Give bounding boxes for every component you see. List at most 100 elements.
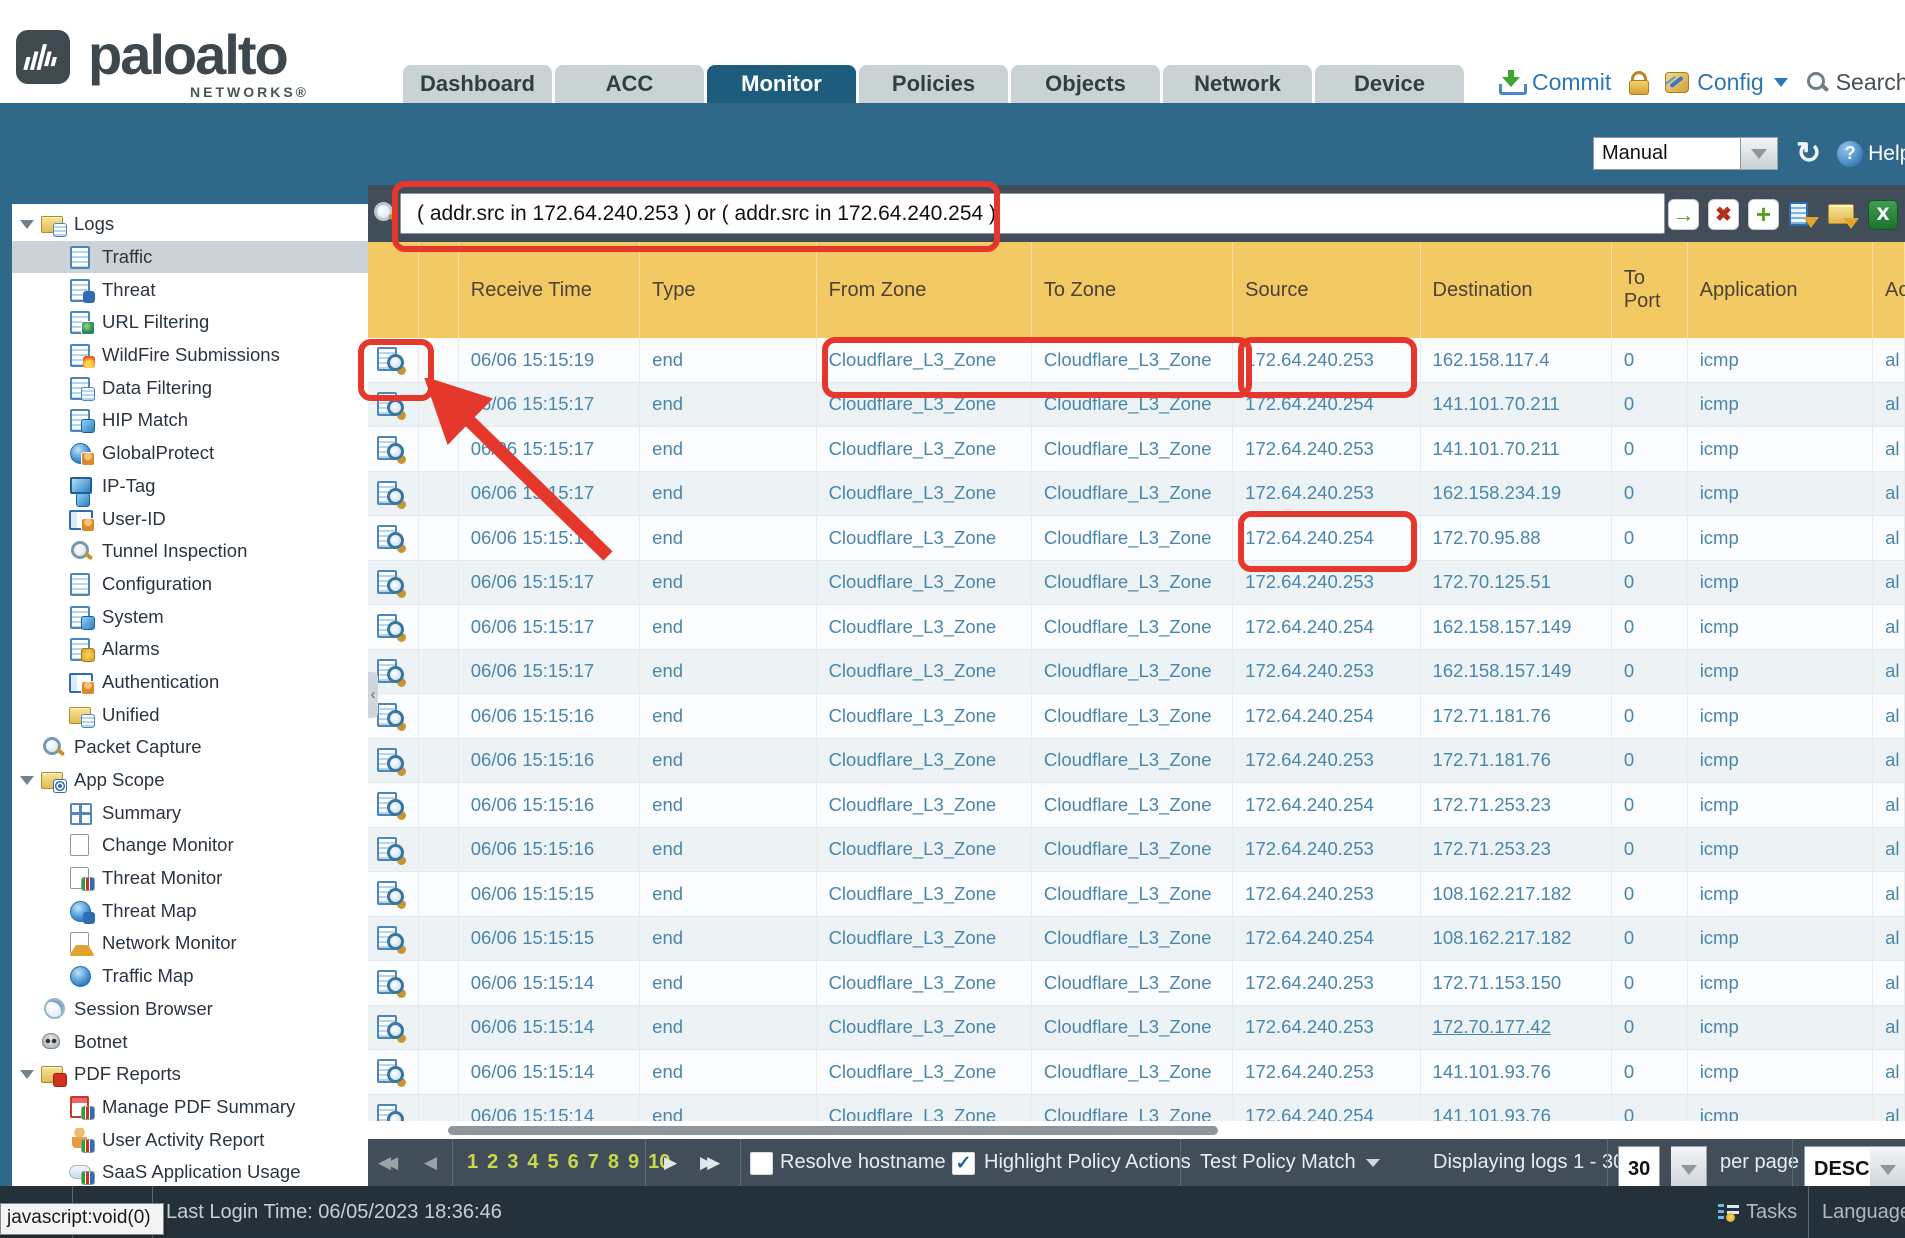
cell-type[interactable]: end <box>640 650 816 694</box>
cell-destination[interactable]: 172.71.253.23 <box>1421 828 1612 872</box>
tab-monitor[interactable]: Monitor <box>707 65 856 103</box>
sidebar-item-user-activity-report[interactable]: User Activity Report <box>12 1123 368 1156</box>
cell-type[interactable]: end <box>640 1006 816 1050</box>
log-detail-cell[interactable] <box>368 783 419 827</box>
cell-action[interactable]: al <box>1873 828 1905 872</box>
cell-action[interactable]: al <box>1873 1095 1905 1122</box>
cell-destination[interactable]: 141.101.70.211 <box>1421 427 1612 471</box>
cell-type[interactable]: end <box>640 338 816 382</box>
cell-source[interactable]: 172.64.240.254 <box>1233 694 1420 738</box>
cell-to-zone[interactable]: Cloudflare_L3_Zone <box>1032 338 1233 382</box>
cell-to-zone[interactable]: Cloudflare_L3_Zone <box>1032 472 1233 516</box>
cell-from-zone[interactable]: Cloudflare_L3_Zone <box>817 1006 1032 1050</box>
cell-action[interactable]: al <box>1873 383 1905 427</box>
page-2[interactable]: 2 <box>487 1151 498 1174</box>
cell-action[interactable]: al <box>1873 1050 1905 1094</box>
cell-from-zone[interactable]: Cloudflare_L3_Zone <box>817 872 1032 916</box>
cell-application[interactable]: icmp <box>1688 338 1873 382</box>
next-page-button[interactable]: ▶ <box>664 1139 670 1186</box>
help-label[interactable]: Help <box>1868 142 1905 166</box>
cell-to-zone[interactable]: Cloudflare_L3_Zone <box>1032 605 1233 649</box>
cell-destination[interactable]: 172.70.125.51 <box>1421 561 1612 605</box>
test-policy-match-button[interactable]: Test Policy Match <box>1200 1139 1380 1186</box>
cell-application[interactable]: icmp <box>1688 739 1873 783</box>
cell-receive-time[interactable]: 06/06 15:15:16 <box>459 783 640 827</box>
cell-type[interactable]: end <box>640 783 816 827</box>
cell-action[interactable]: al <box>1873 650 1905 694</box>
page-5[interactable]: 5 <box>548 1151 559 1174</box>
cell-type[interactable]: end <box>640 427 816 471</box>
cell-type[interactable]: end <box>640 561 816 605</box>
cell-receive-time[interactable]: 06/06 15:15:15 <box>459 917 640 961</box>
cell-type[interactable]: end <box>640 472 816 516</box>
cell-from-zone[interactable]: Cloudflare_L3_Zone <box>817 961 1032 1005</box>
log-detail-icon[interactable] <box>376 391 406 418</box>
cell-to-port[interactable]: 0 <box>1612 961 1688 1005</box>
cell-source[interactable]: 172.64.240.253 <box>1233 427 1420 471</box>
sidebar-item-threat-map[interactable]: Threat Map <box>12 894 368 927</box>
cell-application[interactable]: icmp <box>1688 917 1873 961</box>
cell-source[interactable]: 172.64.240.253 <box>1233 472 1420 516</box>
cell-source[interactable]: 172.64.240.254 <box>1233 516 1420 560</box>
sidebar-item-traffic-map[interactable]: Traffic Map <box>12 960 368 993</box>
log-detail-cell[interactable] <box>368 961 419 1005</box>
filter-query-input[interactable] <box>400 193 1665 234</box>
cell-destination[interactable]: 162.158.234.19 <box>1421 472 1612 516</box>
highlight-policy-checkbox[interactable] <box>952 1152 975 1175</box>
refresh-mode-caret-icon[interactable] <box>1741 137 1778 170</box>
config-link[interactable]: Config <box>1697 69 1763 96</box>
cell-receive-time[interactable]: 06/06 15:15:14 <box>459 961 640 1005</box>
cell-to-port[interactable]: 0 <box>1612 650 1688 694</box>
log-detail-icon[interactable] <box>376 435 406 462</box>
cell-application[interactable]: icmp <box>1688 561 1873 605</box>
cell-destination[interactable]: 172.71.181.76 <box>1421 694 1612 738</box>
cell-type[interactable]: end <box>640 1095 816 1122</box>
log-detail-cell[interactable] <box>368 1006 419 1050</box>
cell-to-zone[interactable]: Cloudflare_L3_Zone <box>1032 1006 1233 1050</box>
cell-to-port[interactable]: 0 <box>1612 1095 1688 1122</box>
log-detail-icon[interactable] <box>376 658 406 685</box>
page-6[interactable]: 6 <box>568 1151 579 1174</box>
cell-destination[interactable]: 172.70.95.88 <box>1421 516 1612 560</box>
cell-receive-time[interactable]: 06/06 15:15:16 <box>459 739 640 783</box>
cell-from-zone[interactable]: Cloudflare_L3_Zone <box>817 1095 1032 1122</box>
cell-action[interactable]: al <box>1873 472 1905 516</box>
cell-application[interactable]: icmp <box>1688 961 1873 1005</box>
cell-from-zone[interactable]: Cloudflare_L3_Zone <box>817 739 1032 783</box>
page-8[interactable]: 8 <box>608 1151 619 1174</box>
cell-destination[interactable]: 172.70.177.42 <box>1421 1006 1612 1050</box>
cell-receive-time[interactable]: 06/06 15:15:17 <box>459 472 640 516</box>
sidebar-item-app-scope[interactable]: App Scope <box>12 764 368 797</box>
sidebar-item-summary[interactable]: Summary <box>12 796 368 829</box>
cell-receive-time[interactable]: 06/06 15:15:17 <box>459 605 640 649</box>
cell-from-zone[interactable]: Cloudflare_L3_Zone <box>817 1050 1032 1094</box>
cell-from-zone[interactable]: Cloudflare_L3_Zone <box>817 650 1032 694</box>
column-header-source[interactable]: Source <box>1233 242 1420 338</box>
cell-from-zone[interactable]: Cloudflare_L3_Zone <box>817 828 1032 872</box>
cell-application[interactable]: icmp <box>1688 427 1873 471</box>
log-detail-icon[interactable] <box>376 880 406 907</box>
cell-to-port[interactable]: 0 <box>1612 427 1688 471</box>
cell-from-zone[interactable]: Cloudflare_L3_Zone <box>817 561 1032 605</box>
help-icon[interactable]: ? <box>1837 141 1863 167</box>
cell-to-zone[interactable]: Cloudflare_L3_Zone <box>1032 650 1233 694</box>
lock-icon[interactable] <box>1627 70 1649 94</box>
config-caret-icon[interactable] <box>1774 78 1788 87</box>
cell-receive-time[interactable]: 06/06 15:15:16 <box>459 828 640 872</box>
cell-to-zone[interactable]: Cloudflare_L3_Zone <box>1032 828 1233 872</box>
sidebar-item-url-filtering[interactable]: URL Filtering <box>12 306 368 339</box>
cell-type[interactable]: end <box>640 872 816 916</box>
cell-from-zone[interactable]: Cloudflare_L3_Zone <box>817 783 1032 827</box>
log-detail-icon[interactable] <box>376 1014 406 1041</box>
cell-source[interactable]: 172.64.240.253 <box>1233 1006 1420 1050</box>
log-detail-cell[interactable] <box>368 605 419 649</box>
cell-to-zone[interactable]: Cloudflare_L3_Zone <box>1032 872 1233 916</box>
cell-action[interactable]: al <box>1873 338 1905 382</box>
log-detail-cell[interactable] <box>368 427 419 471</box>
cell-from-zone[interactable]: Cloudflare_L3_Zone <box>817 427 1032 471</box>
log-detail-icon[interactable] <box>376 836 406 863</box>
sidebar-item-unified[interactable]: Unified <box>12 698 368 731</box>
cell-destination[interactable]: 172.71.253.23 <box>1421 783 1612 827</box>
sidebar-item-authentication[interactable]: Authentication <box>12 666 368 699</box>
log-detail-icon[interactable] <box>376 613 406 640</box>
